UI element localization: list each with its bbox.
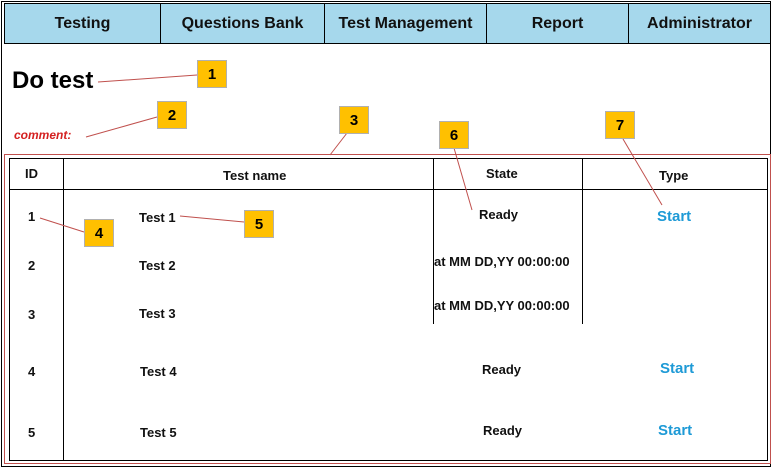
nav-item-administrator[interactable]: Administrator (629, 4, 770, 43)
page-title: Do test (12, 67, 94, 94)
table-header-divider (9, 189, 768, 190)
annotation-badge-6: 6 (439, 121, 469, 149)
comment-label: comment: (14, 128, 72, 142)
nav-item-label: Test Management (338, 14, 473, 32)
row-4-id: 4 (28, 364, 36, 379)
row-4-name: Test 4 (140, 364, 177, 379)
row-1-state: Ready (479, 207, 519, 222)
nav-item-testing[interactable]: Testing (5, 4, 161, 43)
row-2-state: at MM DD,YY 00:00:00 (434, 254, 570, 269)
row-5-name: Test 5 (140, 425, 177, 440)
column-divider-id (63, 158, 64, 461)
row-1-start-link[interactable]: Start (657, 208, 691, 225)
column-divider-state (582, 158, 583, 324)
header-type: Type (659, 168, 689, 183)
row-2-id: 2 (28, 258, 36, 273)
annotation-badge-4: 4 (84, 219, 114, 247)
nav-item-label: Testing (54, 14, 111, 32)
row-3-state: at MM DD,YY 00:00:00 (434, 298, 570, 313)
nav-item-label: Report (531, 14, 584, 32)
row-4-start-link[interactable]: Start (660, 360, 694, 377)
header-test-name: Test name (223, 168, 287, 183)
row-4-state: Ready (482, 362, 522, 377)
annotation-badge-1: 1 (197, 60, 227, 88)
nav-item-report[interactable]: Report (487, 4, 629, 43)
row-5-start-link[interactable]: Start (658, 422, 692, 439)
annotation-badge-5: 5 (244, 210, 274, 238)
nav-item-label: Administrator (647, 14, 752, 32)
row-1-id: 1 (28, 209, 36, 224)
annotation-badge-2: 2 (157, 101, 187, 129)
nav-item-test-management[interactable]: Test Management (325, 4, 487, 43)
annotation-badge-7: 7 (605, 111, 635, 139)
app-root: Testing Questions Bank Test Management R… (0, 0, 774, 470)
row-5-state: Ready (483, 423, 523, 438)
header-state: State (486, 166, 518, 181)
row-3-name: Test 3 (139, 306, 176, 321)
main-nav: Testing Questions Bank Test Management R… (4, 3, 771, 44)
row-2-name: Test 2 (139, 258, 176, 273)
nav-item-questions-bank[interactable]: Questions Bank (161, 4, 325, 43)
annotation-badge-3: 3 (339, 106, 369, 134)
nav-item-label: Questions Bank (181, 14, 304, 32)
row-1-name: Test 1 (139, 210, 176, 225)
tests-table (9, 158, 768, 461)
row-5-id: 5 (28, 425, 36, 440)
header-id: ID (25, 166, 38, 181)
row-3-id: 3 (28, 307, 36, 322)
